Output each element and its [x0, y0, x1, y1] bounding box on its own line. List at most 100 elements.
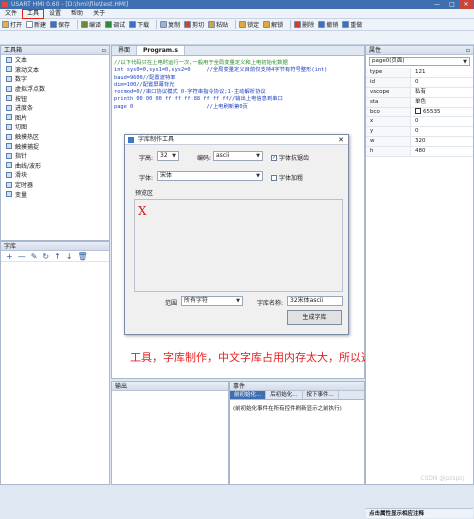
menu-tools[interactable]: 工具: [22, 9, 45, 19]
property-row[interactable]: type 121: [366, 68, 473, 78]
add-icon[interactable]: +: [6, 252, 13, 261]
toolbox-item[interactable]: 按钮: [1, 93, 109, 103]
save-button[interactable]: 保存: [50, 20, 70, 30]
code-editor[interactable]: //以下代码只在上电时运行一次,一般用于全局变量定义和上电初始化数据 int sy…: [114, 60, 327, 111]
property-value[interactable]: 121: [411, 68, 473, 77]
toolbar-label: 保存: [58, 22, 71, 29]
range-label: 范围: [165, 300, 178, 307]
encoding-select[interactable]: ascii ▼: [213, 151, 263, 161]
toolbox-item[interactable]: 触摸捕捉: [1, 141, 109, 151]
new-button[interactable]: 新建: [26, 20, 46, 30]
open-button[interactable]: 打开: [2, 20, 22, 30]
download-button[interactable]: 下载: [129, 20, 149, 30]
event-code[interactable]: (前初始化事件在所有控件刷新显示之前执行): [230, 400, 364, 416]
font-height-select[interactable]: 32 ▼: [157, 151, 179, 161]
tab-screen[interactable]: 界面: [112, 46, 138, 55]
undo-button[interactable]: 撤销: [318, 20, 338, 30]
toolbox-item[interactable]: 图片: [1, 113, 109, 123]
up-icon[interactable]: ↑: [54, 252, 61, 261]
property-row[interactable]: x0: [366, 117, 473, 128]
minimize-button[interactable]: —: [430, 0, 444, 9]
tab-post-init[interactable]: 后初始化...: [266, 391, 303, 399]
property-value[interactable]: 480: [411, 147, 473, 156]
toolbox-item[interactable]: 变量: [1, 189, 109, 199]
menu-help[interactable]: 帮助: [66, 9, 88, 19]
tool-icon: [6, 171, 12, 178]
libname-input[interactable]: 32宋体ascii: [287, 296, 343, 306]
property-row[interactable]: vscope 私有: [366, 87, 473, 98]
unlock-button[interactable]: 解锁: [263, 20, 283, 30]
toolbox-item-label: 按钮: [15, 95, 28, 103]
property-value[interactable]: 单色: [411, 98, 473, 107]
trash-icon[interactable]: 🗑: [78, 252, 88, 261]
property-value[interactable]: 0: [411, 117, 473, 126]
copy-button[interactable]: 复制: [160, 20, 180, 30]
property-value[interactable]: 320: [411, 137, 473, 146]
down-icon[interactable]: ↓: [66, 252, 73, 261]
toolbar-label: 解锁: [271, 22, 284, 29]
menu-about[interactable]: 关于: [88, 9, 110, 19]
toolbox-item[interactable]: 进度条: [1, 103, 109, 113]
close-window-button[interactable]: ✕: [459, 0, 473, 9]
unlock-icon: [263, 21, 271, 28]
toolbox-item[interactable]: 滚动文本: [1, 65, 109, 75]
tool-icon: [6, 143, 12, 150]
toolbox-item[interactable]: 指针: [1, 151, 109, 161]
toolbox-item[interactable]: 滑块: [1, 170, 109, 180]
font-select[interactable]: 宋体 ▼: [157, 171, 263, 181]
remove-icon[interactable]: —: [18, 252, 26, 261]
property-value[interactable]: 0: [411, 127, 473, 136]
menu-settings[interactable]: 设置: [44, 9, 66, 19]
property-value[interactable]: 0: [411, 78, 473, 87]
generate-button[interactable]: 生成字库: [287, 310, 342, 325]
property-row[interactable]: w 320: [366, 137, 473, 148]
dialog-close-icon[interactable]: ✕: [338, 135, 344, 145]
property-value[interactable]: 65535: [411, 108, 473, 117]
property-row[interactable]: bco 65535: [366, 107, 473, 118]
toolbox-item[interactable]: 数字: [1, 74, 109, 84]
property-row[interactable]: h 480: [366, 147, 473, 158]
cut-button[interactable]: 剪切: [184, 20, 204, 30]
antialias-checkbox[interactable]: ✓ 字体抗锯齿: [271, 153, 309, 162]
redo-button[interactable]: 重做: [342, 20, 362, 30]
edit-icon[interactable]: ✎: [31, 252, 38, 261]
properties-panel: 属性 ▫ page0(页面) ▼ type 121 id 0 vscope 私有 sta 单色 bc…: [365, 45, 474, 518]
property-value[interactable]: 私有: [411, 88, 473, 97]
toolbox-item[interactable]: 曲线/波形: [1, 161, 109, 171]
property-row[interactable]: y0: [366, 127, 473, 138]
debug-button[interactable]: 调试: [105, 20, 125, 30]
toolbox-item[interactable]: 触摸热区: [1, 132, 109, 142]
tab-program[interactable]: Program.s: [137, 46, 185, 55]
color-swatch: [415, 108, 421, 115]
object-selector[interactable]: page0(页面) ▼: [369, 57, 470, 66]
property-row[interactable]: id 0: [366, 77, 473, 88]
lock-icon: [239, 21, 247, 28]
tab-press[interactable]: 按下事件...: [303, 391, 339, 399]
property-value-text: 单色: [415, 98, 427, 105]
range-select[interactable]: 所有字符 ▼: [181, 296, 243, 306]
toolbox-title: 工具箱 ▫: [1, 46, 109, 55]
title-bar: USART HMI 0.60 - [D:\hmi\file\test.HMI] …: [0, 0, 474, 9]
lock-button[interactable]: 锁定: [239, 20, 259, 30]
property-key: y: [366, 127, 411, 137]
bold-checkbox[interactable]: 字体加粗: [271, 173, 303, 182]
tab-pre-init[interactable]: 前初始化...: [230, 391, 267, 399]
delete-button[interactable]: 删除: [294, 20, 314, 30]
toolbox-item[interactable]: 定时器: [1, 180, 109, 190]
property-key: id: [366, 77, 411, 87]
maximize-button[interactable]: □: [445, 0, 459, 9]
compile-button[interactable]: 编译: [81, 20, 101, 30]
toolbox-pin-icon[interactable]: ▫: [102, 46, 106, 55]
toolbox-item[interactable]: 切图: [1, 122, 109, 132]
toolbox-item[interactable]: 虚拟浮点数: [1, 84, 109, 94]
toolbox-item[interactable]: 文本: [1, 55, 109, 65]
menu-file[interactable]: 文件: [0, 9, 22, 19]
paste-button[interactable]: 粘贴: [208, 20, 228, 30]
properties-pin-icon[interactable]: ▫: [466, 46, 470, 55]
refresh-icon[interactable]: ↻: [42, 252, 49, 261]
tool-icon: [6, 123, 12, 130]
property-row[interactable]: sta 单色: [366, 97, 473, 108]
toolbox-item-label: 滑块: [15, 172, 28, 180]
property-key: bco: [366, 107, 411, 117]
preview-char: X: [138, 204, 147, 218]
